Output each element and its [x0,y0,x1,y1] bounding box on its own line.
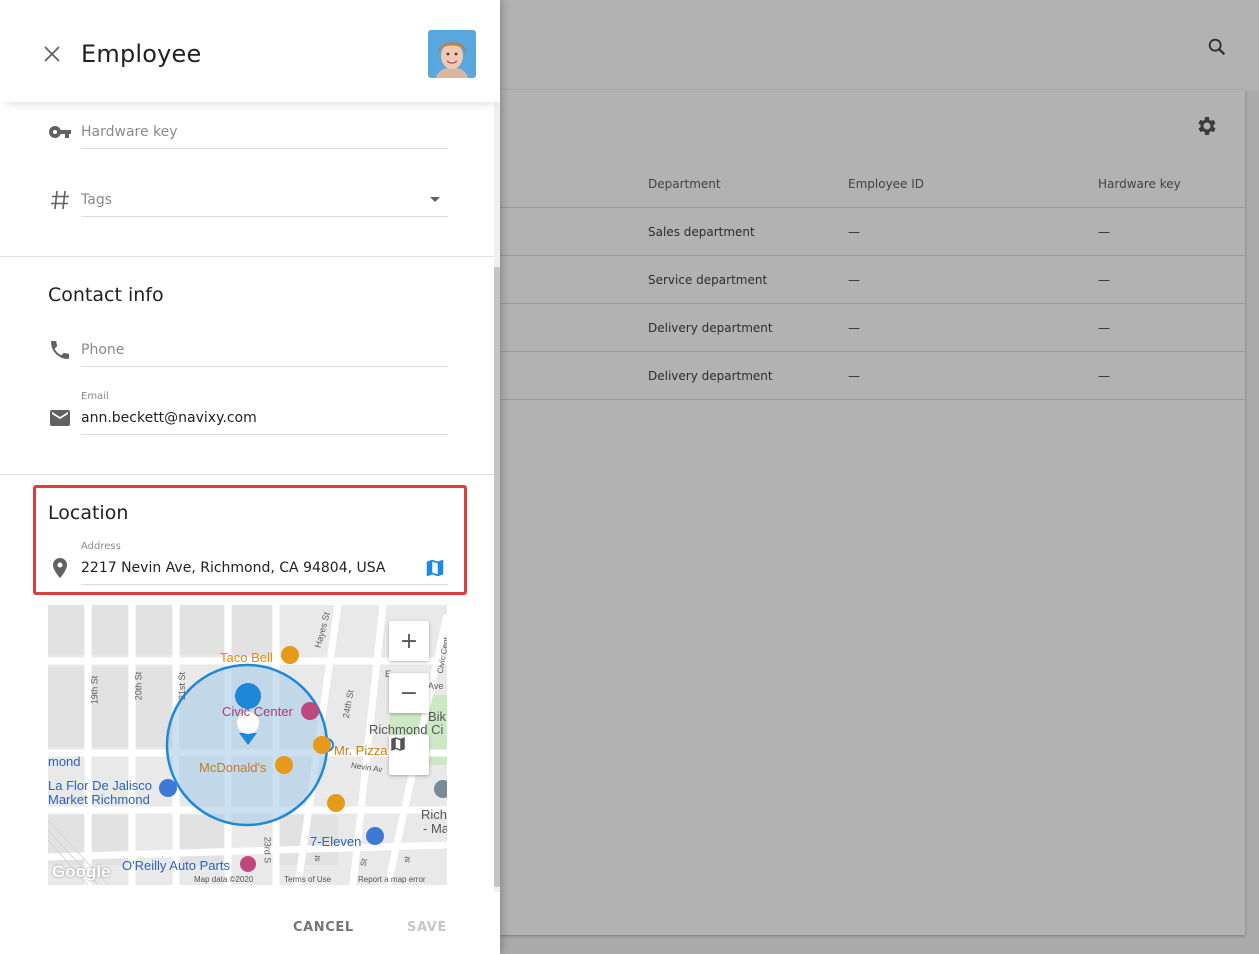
poi-la-flor[interactable]: La Flor De Jalisco [48,778,152,793]
drawer-actions: CANCEL SAVE [0,892,500,954]
street-st-b: St [358,857,369,868]
map-data-credit: Map data ©2020 [194,875,254,884]
email-value: ann.beckett@navixy.com [81,410,257,426]
input-underline [81,366,448,367]
poi-rich: Rich [421,807,447,822]
cancel-button[interactable]: CANCEL [293,920,354,935]
drawer-title: Employee [81,40,202,68]
poi-oreilly[interactable]: O'Reilly Auto Parts [122,858,230,873]
poi-bik: Bik [428,709,447,724]
street-19th: 19th St [89,675,100,705]
drawer-header: Employee [0,0,500,102]
phone-field[interactable]: Phone [48,336,448,368]
save-button[interactable]: SAVE [407,920,447,935]
map-icon [391,737,405,751]
section-divider [0,256,494,257]
area-richmond: mond [48,754,81,769]
tags-placeholder: Tags [81,192,112,208]
poi-mr-pizza[interactable]: Mr. Pizza [334,743,387,758]
contact-info-title: Contact info [48,284,164,306]
poi-7-eleven[interactable]: 7-Eleven [310,834,361,849]
location-map[interactable]: Taco Bell Civic Center McDonald's Mr. Pi… [48,605,447,885]
street-23rd: 23rd S [262,836,273,864]
chevron-down-icon[interactable] [429,196,441,204]
map-type-button[interactable] [389,735,429,775]
zoom-in-button[interactable]: + [389,621,429,661]
poi-taco-bell[interactable]: Taco Bell [220,650,273,665]
email-label: Email [81,391,109,402]
employee-drawer: Employee Hardware key Tags Contact info [0,0,500,954]
map-label-ave: Ave [428,681,444,691]
google-logo: Google [52,862,111,881]
poi-civic-center[interactable]: Civic Center [222,704,293,719]
location-highlight-box [33,485,467,595]
section-divider [0,474,494,475]
street-st-a: st [312,854,323,863]
hardware-key-field[interactable]: Hardware key [48,118,448,150]
poi-mcdonalds[interactable]: McDonald's [199,760,267,775]
poi-ma: - Ma [423,821,447,836]
phone-placeholder: Phone [81,342,125,358]
email-field[interactable]: Email ann.beckett@navixy.com [48,390,448,436]
hardware-key-placeholder: Hardware key [81,124,178,140]
close-icon[interactable] [40,42,64,66]
terms-of-use-link[interactable]: Terms of Use [284,875,331,884]
avatar[interactable] [428,30,476,78]
street-st-c: st [402,855,413,864]
report-map-error-link[interactable]: Report a map error [358,875,426,884]
street-20th: 20th St [133,671,144,701]
poi-market-richmond[interactable]: Market Richmond [48,792,150,807]
scrollbar-thumb[interactable] [494,267,500,887]
mail-icon [50,410,70,426]
input-underline [81,216,448,217]
hash-icon [51,190,69,210]
drawer-scrollbar[interactable] [494,102,500,892]
street-21st: 21st St [177,671,188,701]
phone-icon [51,341,69,359]
tags-field[interactable]: Tags [48,186,448,218]
input-underline [81,434,448,435]
zoom-out-button[interactable]: − [389,673,429,713]
input-underline [81,148,448,149]
key-icon [48,126,71,138]
